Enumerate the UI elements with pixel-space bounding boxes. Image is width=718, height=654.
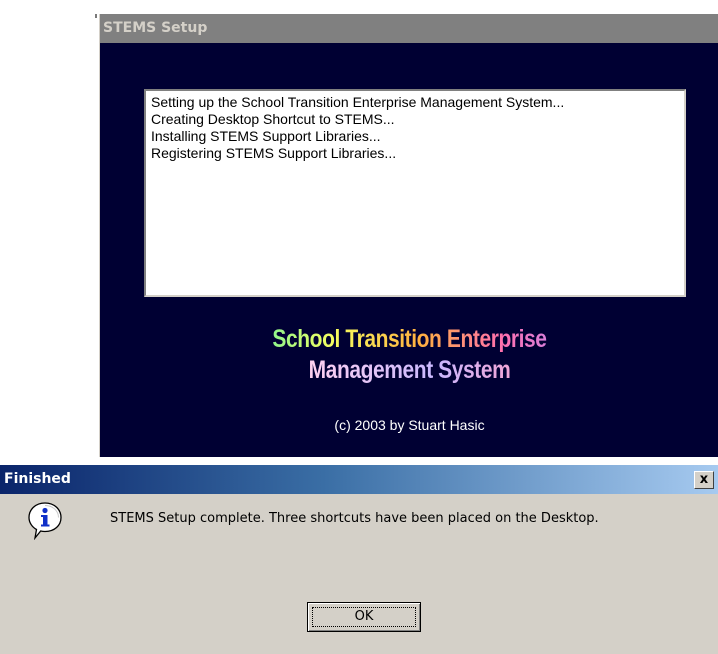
log-line: Setting up the School Transition Enterpr… — [151, 94, 565, 110]
stray-pixel-mark — [95, 14, 97, 18]
copyright-text: (c) 2003 by Stuart Hasic — [334, 417, 485, 433]
dialog-titlebar[interactable]: Finished x — [0, 465, 718, 494]
dialog-message: STEMS Setup complete. Three shortcuts ha… — [110, 511, 599, 526]
log-line: Registering STEMS Support Libraries... — [151, 145, 397, 161]
product-logo-line-2: Management System — [150, 356, 670, 385]
log-line: Creating Desktop Shortcut to STEMS... — [151, 111, 395, 127]
close-button[interactable]: x — [694, 471, 714, 489]
close-icon: x — [699, 472, 709, 487]
setup-window-titlebar[interactable]: STEMS Setup — [100, 14, 718, 43]
dialog-title: Finished — [4, 471, 71, 487]
ok-button[interactable]: OK — [307, 602, 421, 632]
log-line: Installing STEMS Support Libraries... — [151, 128, 381, 144]
finished-dialog: Finished x STEMS Setup complete. Three s… — [0, 465, 718, 654]
setup-log-listbox[interactable]: Setting up the School Transition Enterpr… — [144, 89, 686, 297]
setup-window: STEMS Setup Setting up the School Transi… — [99, 14, 718, 457]
product-logo-line-1: School Transition Enterprise — [150, 325, 670, 354]
info-icon — [28, 502, 62, 540]
ok-button-label: OK — [354, 609, 374, 624]
